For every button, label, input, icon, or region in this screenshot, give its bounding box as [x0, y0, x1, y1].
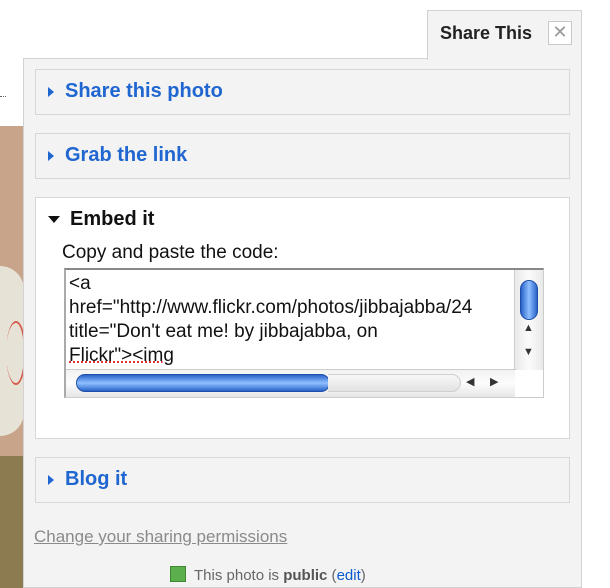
section-grab-the-link[interactable]: Grab the link	[35, 133, 570, 179]
section-label: Embed it	[70, 208, 155, 230]
section-label: Blog it	[65, 468, 128, 490]
horizontal-scroll-thumb[interactable]	[76, 374, 330, 392]
vertical-scrollbar[interactable]: ▲ ▼	[514, 270, 543, 370]
section-header[interactable]: Embed it	[48, 208, 154, 231]
privacy-icon	[170, 566, 186, 582]
embed-code-textarea[interactable]: <a href="http://www.flickr.com/photos/ji…	[64, 268, 544, 398]
collapse-arrow-icon	[48, 216, 60, 223]
share-this-tab: Share This ✕	[427, 10, 582, 60]
tab-title: Share This	[440, 23, 533, 43]
photo-detail	[0, 456, 24, 588]
embed-instruction: Copy and paste the code:	[62, 242, 279, 263]
close-icon[interactable]: ✕	[548, 21, 572, 45]
background-photo	[0, 126, 26, 588]
section-blog-it[interactable]: Blog it	[35, 457, 570, 503]
privacy-status: public	[283, 567, 328, 584]
edit-privacy-link[interactable]: edit	[337, 567, 361, 584]
tab-joint	[428, 57, 581, 60]
change-permissions-link[interactable]: Change your sharing permissions	[34, 527, 287, 547]
scroll-left-arrow-icon[interactable]: ◀	[466, 375, 474, 388]
section-label: Grab the link	[65, 144, 188, 166]
share-panel: Share this photo Grab the link Embed it …	[23, 58, 582, 588]
paren: )	[360, 567, 366, 584]
code-line: href="http://www.flickr.com/photos/jibba…	[69, 297, 473, 318]
section-share-this-photo[interactable]: Share this photo	[35, 69, 570, 115]
scroll-down-arrow-icon[interactable]: ▼	[523, 346, 534, 358]
horizontal-scrollbar[interactable]: ◀ ▶	[66, 369, 516, 397]
expand-arrow-icon	[48, 474, 54, 485]
vertical-scroll-thumb[interactable]	[520, 280, 538, 320]
privacy-text: This photo is	[194, 567, 284, 584]
expand-arrow-icon	[48, 150, 54, 161]
section-label: Share this photo	[65, 80, 223, 102]
scrollbar-corner	[515, 370, 543, 397]
expand-arrow-icon	[48, 86, 54, 97]
code-line: <a	[69, 273, 91, 294]
scroll-right-arrow-icon[interactable]: ▶	[490, 375, 498, 388]
background-dots	[0, 96, 6, 101]
photo-privacy-status: This photo is public (edit)	[170, 566, 366, 584]
code-line: title="Don't eat me! by jibbajabba, on	[69, 321, 378, 342]
scroll-up-arrow-icon[interactable]: ▲	[523, 322, 534, 334]
section-embed-it: Embed it Copy and paste the code: <a hre…	[35, 197, 570, 439]
paren: (	[327, 567, 337, 584]
embed-code-text[interactable]: <a href="http://www.flickr.com/photos/ji…	[69, 272, 513, 366]
code-line: Flickr"><img	[69, 345, 174, 366]
horizontal-scroll-track[interactable]	[328, 374, 461, 392]
